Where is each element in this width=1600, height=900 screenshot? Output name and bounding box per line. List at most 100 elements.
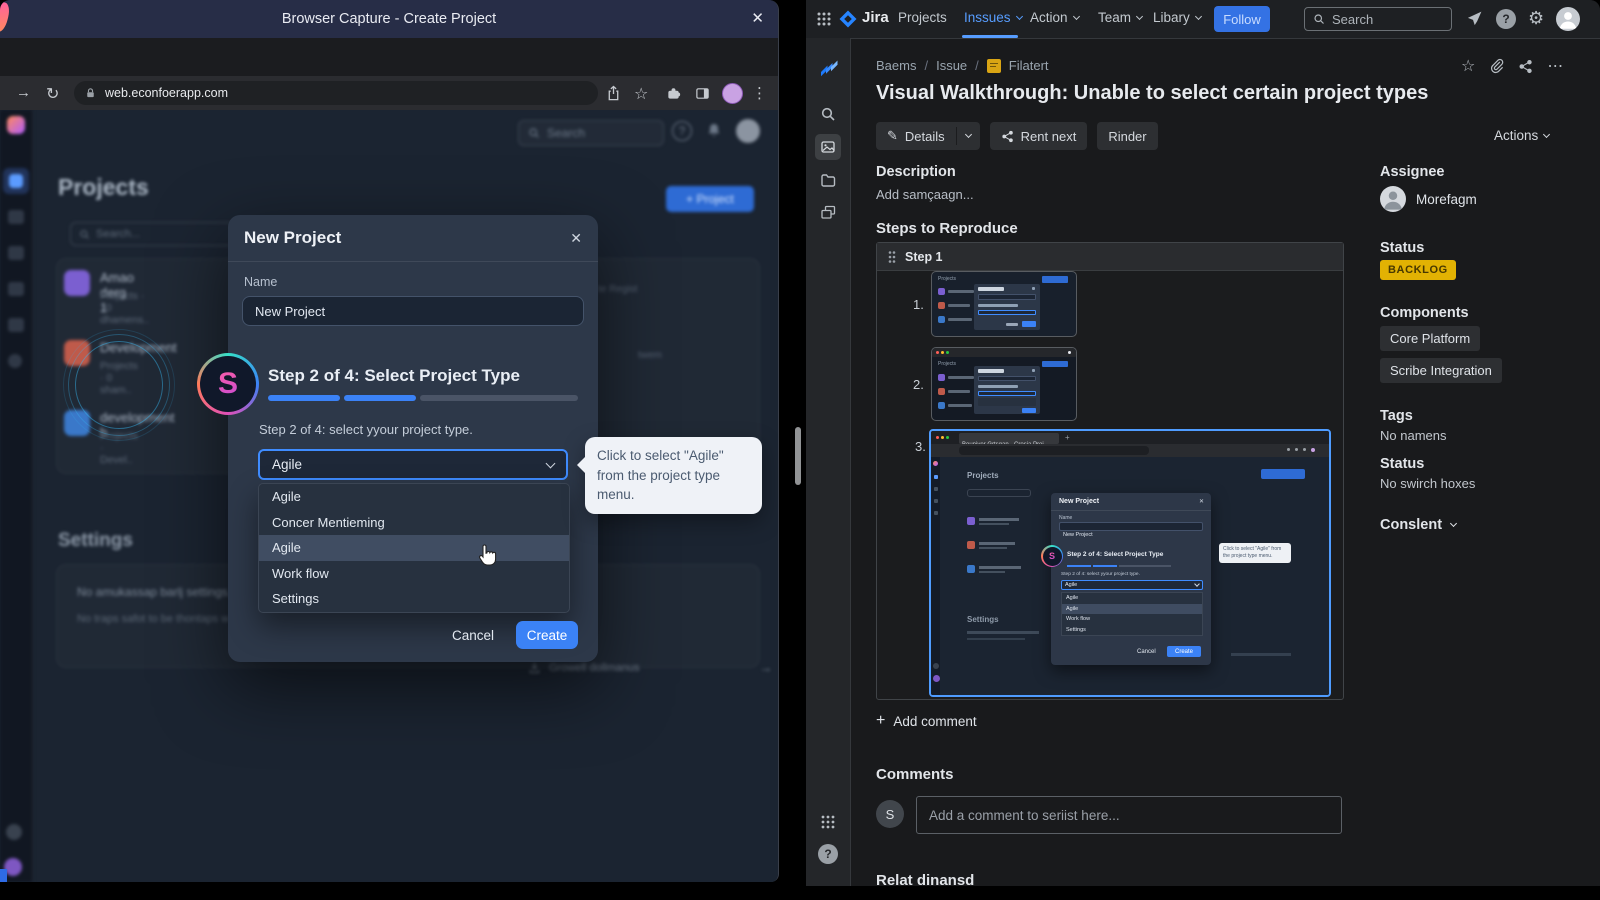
steps-panel: Step 1 1. 2. 3. Projects [876, 242, 1344, 700]
attachment-paperclip-icon[interactable] [1489, 58, 1504, 74]
extensions-puzzle-icon[interactable] [666, 86, 681, 101]
app-user-avatar[interactable] [736, 119, 760, 143]
dropdown-option[interactable]: Concer Mentieming [259, 510, 569, 536]
dropdown-option[interactable]: Agile [259, 484, 569, 510]
app-switcher-grid-icon[interactable] [816, 11, 832, 27]
more-options-icon[interactable]: ⋯ [1547, 56, 1563, 76]
project-name-input[interactable] [242, 296, 584, 326]
bookmark-star-icon[interactable]: ☆ [634, 84, 648, 104]
share-nodes-icon[interactable] [1518, 59, 1533, 74]
details-button[interactable]: ✎ Details [876, 122, 956, 150]
help-icon[interactable]: ? [818, 844, 838, 864]
modal-footer: Cancel Create [452, 621, 578, 649]
nav-item-action[interactable]: Action [1030, 10, 1079, 25]
browser-menu-icon[interactable]: ⋮ [752, 84, 767, 102]
status2-value: No swirch hoxes [1380, 476, 1475, 491]
dropdown-option[interactable]: Work flow [259, 561, 569, 587]
plus-icon: + [876, 712, 885, 730]
background-fragment: te Regist [598, 284, 637, 295]
projects-search-input[interactable]: Search... [70, 222, 240, 246]
nav-item-library[interactable]: Libary [1153, 10, 1201, 25]
nav-active-underline [962, 35, 1018, 38]
footer-link-row[interactable]: Growell dollmanus → [528, 660, 772, 675]
nav-item-team[interactable]: Team [1098, 10, 1142, 25]
sidebar-item[interactable] [8, 282, 24, 296]
mini-bar [948, 376, 974, 379]
product-logo-icon[interactable] [818, 58, 838, 78]
add-project-button[interactable]: + Project [666, 186, 754, 212]
assignee-avatar[interactable] [1380, 186, 1406, 212]
mini-search [967, 489, 1031, 497]
breadcrumb-ticket[interactable]: Filatert [1009, 58, 1049, 73]
create-button[interactable]: Create [516, 621, 578, 649]
apps-grid-icon[interactable] [820, 814, 836, 830]
star-icon[interactable]: ☆ [1461, 56, 1475, 76]
rail-item-active[interactable] [815, 134, 841, 160]
reload-icon[interactable]: ↻ [46, 84, 59, 104]
mini-bar [948, 290, 974, 293]
breadcrumb-issue[interactable]: Issue [936, 58, 967, 73]
jira-logo-icon[interactable] [838, 9, 858, 29]
scrollbar-thumb[interactable] [795, 427, 801, 485]
cancel-button[interactable]: Cancel [452, 628, 494, 643]
sidebar-help-item[interactable] [6, 824, 22, 840]
follow-button[interactable]: Follow [1214, 6, 1270, 32]
sidebar-item[interactable] [8, 318, 24, 332]
folder-icon[interactable] [820, 172, 836, 188]
step-screenshot-large[interactable]: Bouniver Grtsgan - Crosia Proj + web-sem… [929, 429, 1331, 697]
settings-gear-icon[interactable]: ⚙ [1528, 8, 1544, 29]
component-chip[interactable]: Scribe Integration [1380, 358, 1502, 383]
project-type-dropdown: Agile Concer Mentieming Agile Work flow … [258, 483, 570, 613]
assignee-name[interactable]: Morefagm [1416, 192, 1477, 207]
details-chevron-button[interactable] [957, 122, 980, 150]
jira-top-nav: Jira Projects Inssues Action Team Libary… [806, 0, 1600, 39]
address-bar[interactable]: web.econfoerapp.com [74, 81, 598, 105]
share-icon[interactable] [606, 85, 621, 102]
step-number: 3. [915, 439, 926, 454]
comments-label: Comments [876, 766, 954, 783]
announce-plane-icon[interactable] [1466, 10, 1483, 27]
search-icon[interactable] [820, 106, 836, 122]
issue-action-icons: ☆ ⋯ [1461, 56, 1563, 76]
boards-layers-icon[interactable] [820, 204, 837, 221]
rinder-button[interactable]: Rinder [1097, 122, 1157, 150]
sidebar-item[interactable] [8, 246, 24, 260]
mini-option: Settings [1062, 625, 1202, 636]
new-project-modal: New Project ✕ Name Step 2 of 4: Select P… [228, 215, 598, 662]
add-comment-link[interactable]: + Add comment [876, 712, 977, 730]
notifications-bell-icon[interactable] [706, 122, 722, 139]
nav-item-projects[interactable]: Projects [898, 10, 947, 25]
step-panel-header[interactable]: Step 1 [877, 243, 1343, 271]
nav-item-issues[interactable]: Inssues [964, 10, 1022, 25]
url-text: web.econfoerapp.com [105, 86, 228, 100]
user-avatar[interactable] [1556, 7, 1580, 31]
project-type-select[interactable]: Agile [258, 449, 568, 480]
window-close-icon[interactable]: ✕ [751, 0, 764, 38]
forward-icon[interactable]: → [16, 84, 31, 101]
step-screenshot-thumb-1[interactable]: Projects [931, 271, 1077, 337]
app-search-input[interactable]: Search [518, 120, 664, 146]
status-badge[interactable]: BACKLOG [1380, 260, 1456, 280]
actions-button[interactable]: Actions [1494, 128, 1549, 143]
rent-next-button[interactable]: Rent next [990, 122, 1088, 150]
breadcrumb-project[interactable]: Baems [876, 58, 916, 73]
side-panel-icon[interactable] [695, 86, 710, 101]
mini-name-value: New Project [1063, 532, 1093, 538]
dropdown-option-highlighted[interactable]: Agile [259, 535, 569, 561]
sidebar-item[interactable] [8, 354, 22, 368]
profile-avatar[interactable] [722, 83, 743, 104]
help-icon[interactable]: ? [672, 121, 692, 141]
drag-handle-icon[interactable] [887, 250, 897, 264]
step-screenshot-thumb-2[interactable]: Projects [931, 347, 1077, 421]
sidebar-item-active[interactable] [3, 168, 29, 194]
consent-section-toggle[interactable]: Conslent [1380, 517, 1456, 533]
help-icon[interactable]: ? [1496, 9, 1516, 29]
component-chip[interactable]: Core Platform [1380, 326, 1480, 351]
jira-search-input[interactable]: Search [1304, 7, 1452, 31]
comment-input[interactable] [916, 796, 1342, 834]
description-value[interactable]: Add samçaagn... [876, 187, 974, 202]
description-label: Description [876, 164, 956, 180]
modal-close-icon[interactable]: ✕ [570, 230, 582, 247]
dropdown-option[interactable]: Settings [259, 586, 569, 612]
sidebar-item[interactable] [8, 210, 24, 224]
